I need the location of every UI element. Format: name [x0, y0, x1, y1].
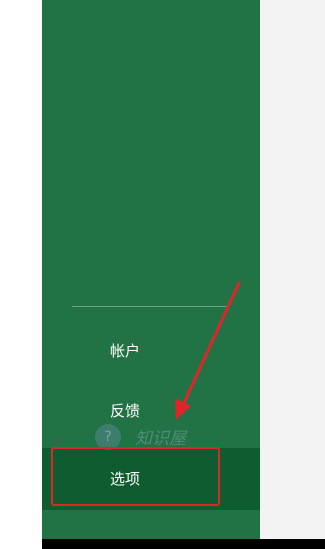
sidebar-item-account[interactable]: 帐户 — [42, 320, 260, 382]
annotation-highlight-box — [51, 447, 220, 506]
taskbar-edge — [42, 539, 325, 549]
sidebar-divider — [72, 306, 227, 307]
left-margin — [0, 0, 42, 549]
sidebar-item-feedback[interactable]: 反馈 — [42, 380, 260, 442]
backstage-content-area — [260, 0, 325, 539]
